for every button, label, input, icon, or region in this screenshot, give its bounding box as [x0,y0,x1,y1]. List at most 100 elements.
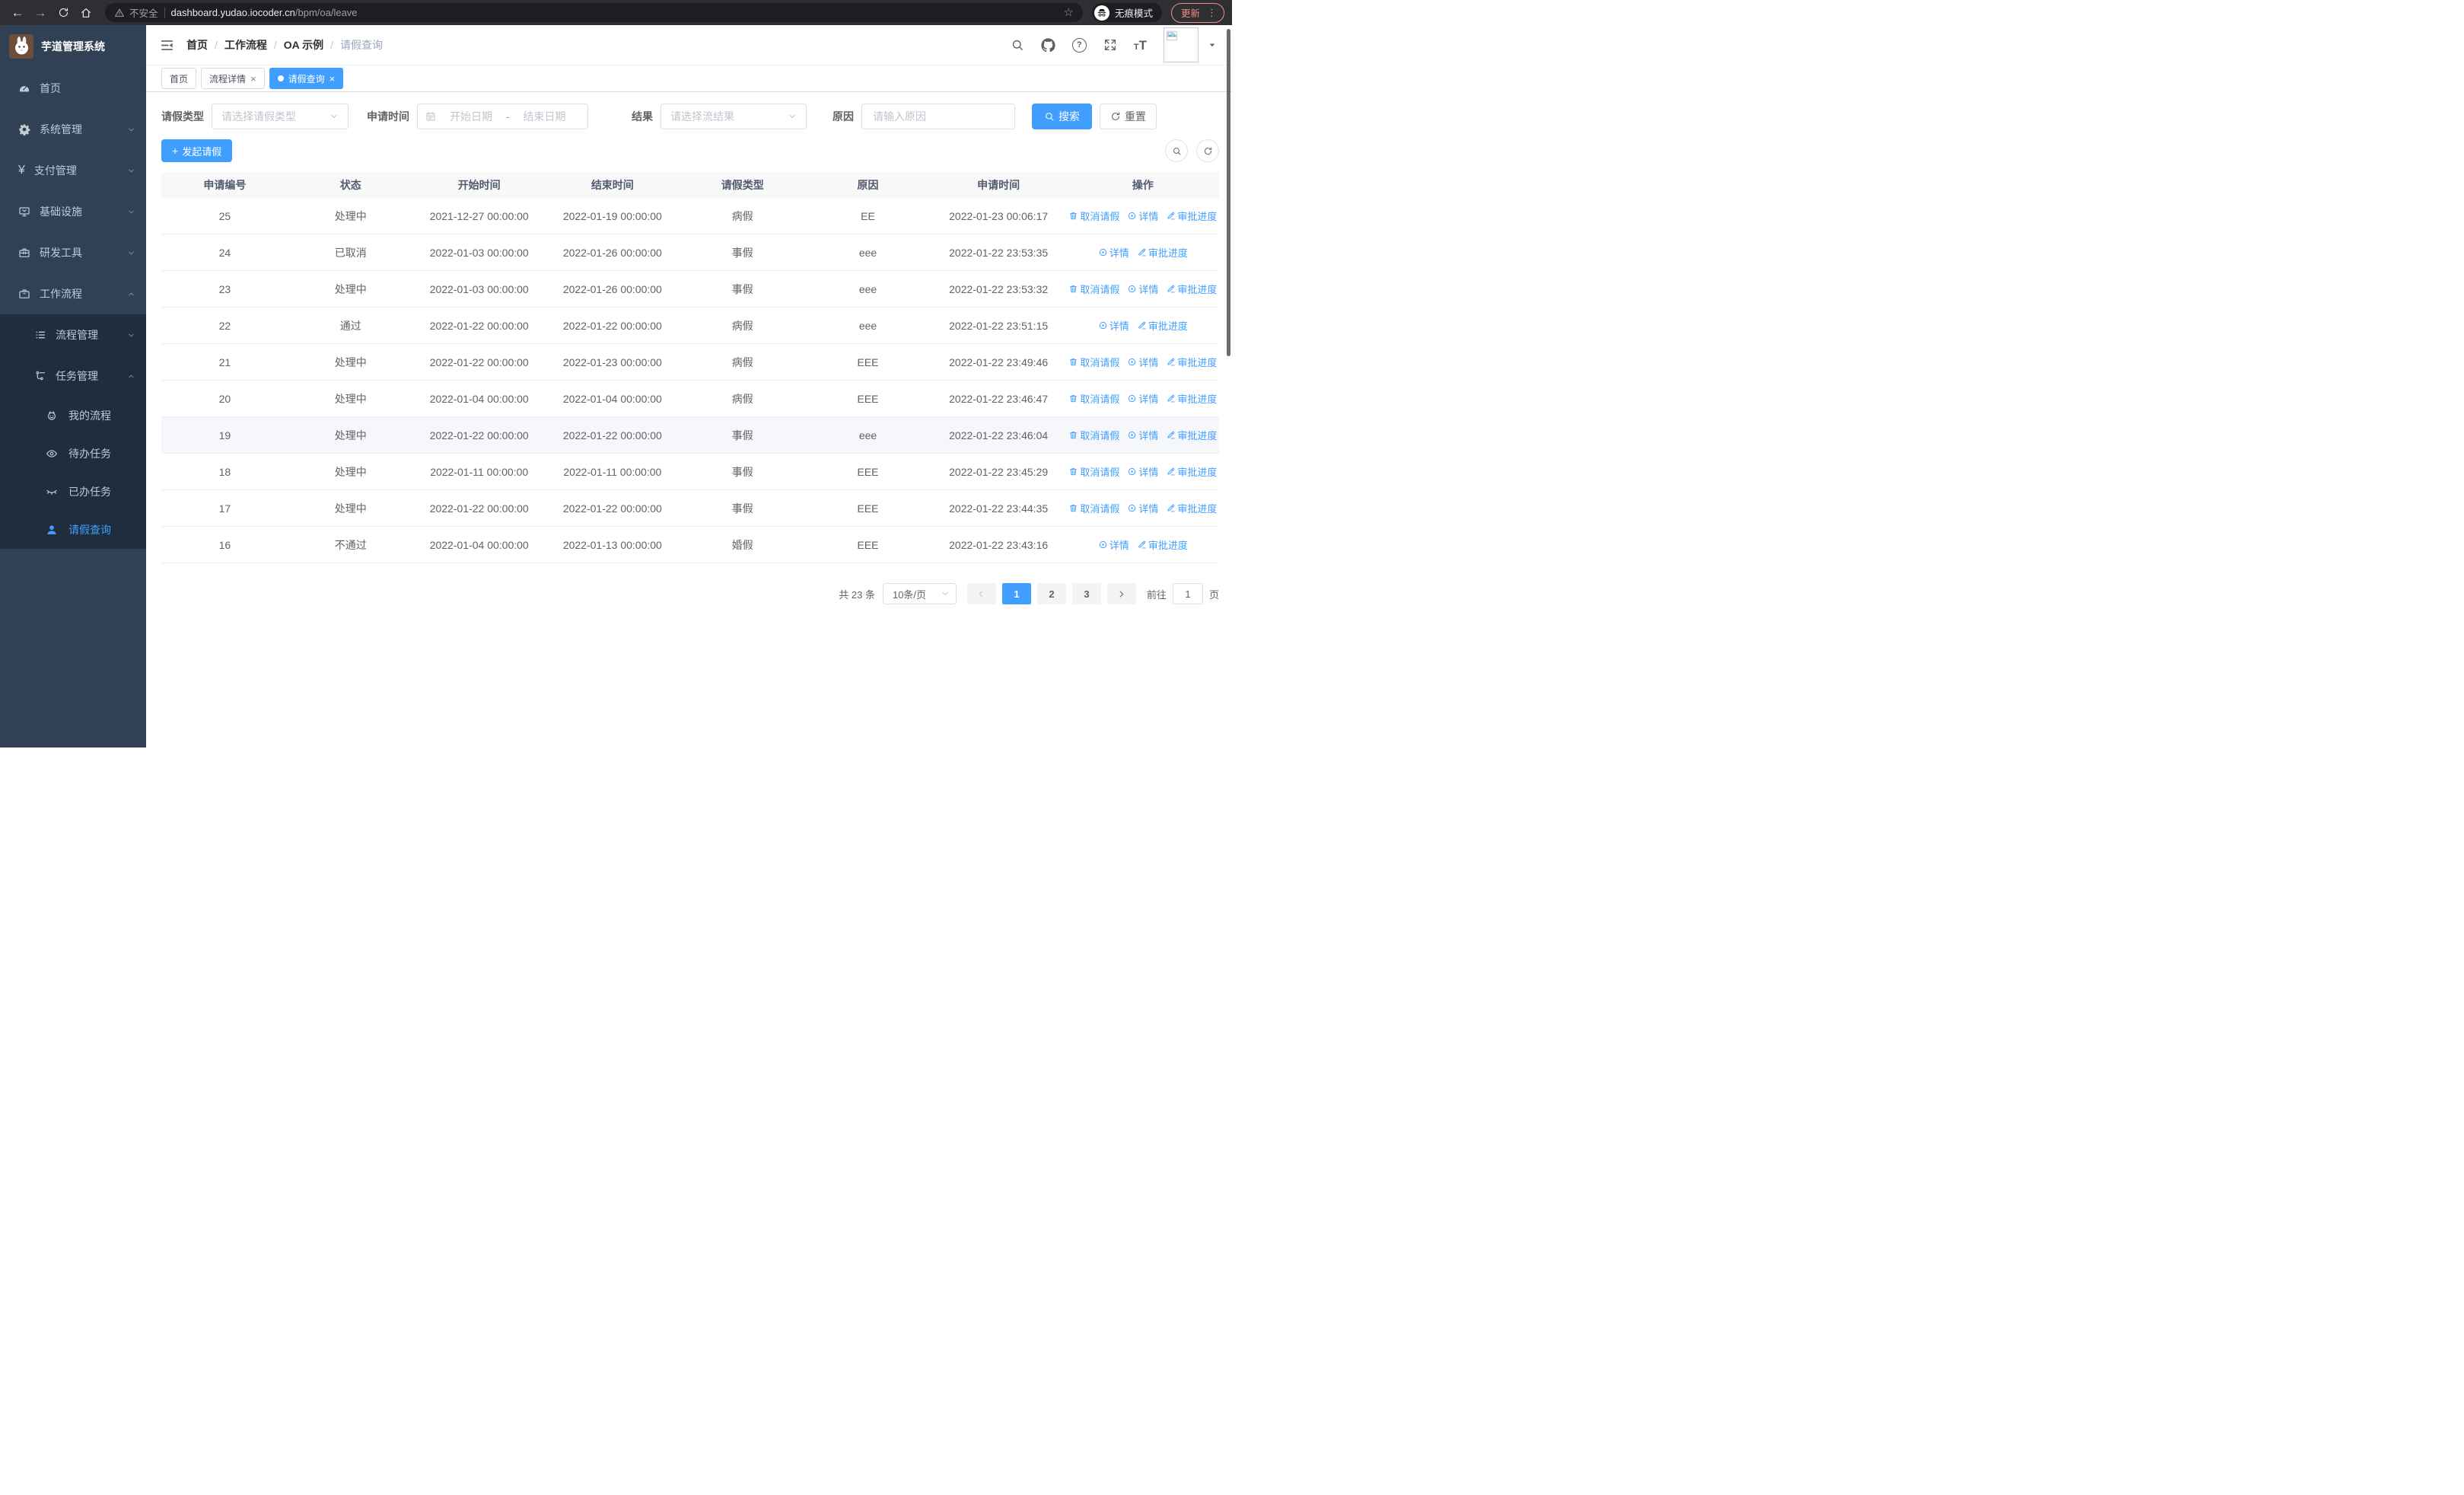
browser-toolbar: ← → 不安全 dashboard.yudao.iocoder.cn/bpm/o… [0,0,1232,25]
address-bar[interactable]: 不安全 dashboard.yudao.iocoder.cn/bpm/oa/le… [105,3,1083,22]
breadcrumb-item[interactable]: 首页 [186,37,208,53]
apply-time-range-picker[interactable]: - [417,104,588,129]
tab-close-icon[interactable]: × [250,74,256,84]
goto-page-input[interactable] [1172,583,1203,604]
cancel-link[interactable]: 取消请假 [1068,428,1119,442]
progress-link[interactable]: 审批进度 [1166,391,1217,406]
browser-reload-button[interactable] [53,3,73,23]
browser-home-button[interactable] [76,3,96,23]
fullscreen-icon[interactable] [1103,38,1117,52]
cancel-link[interactable]: 取消请假 [1068,464,1119,479]
sidebar-item[interactable]: 请假查询 [0,511,146,549]
sidebar-item[interactable]: 研发工具 [0,232,146,273]
reset-button[interactable]: 重置 [1100,104,1157,129]
user-menu-caret-icon[interactable] [1208,40,1217,49]
sidebar-item[interactable]: 待办任务 [0,435,146,473]
cancel-link[interactable]: 取消请假 [1068,501,1119,515]
progress-link[interactable]: 审批进度 [1166,428,1217,442]
github-icon[interactable] [1041,37,1055,53]
page-button[interactable]: 1 [1001,583,1031,604]
detail-link[interactable]: 详情 [1127,428,1158,442]
progress-link[interactable]: 审批进度 [1166,282,1217,296]
toggle-search-button[interactable] [1165,139,1188,162]
browser-menu-icon[interactable]: ⋮ [1207,8,1217,18]
search-button[interactable]: 搜索 [1032,104,1092,129]
pen-icon [1166,357,1176,367]
detail-link[interactable]: 详情 [1127,355,1158,369]
end-date-input[interactable] [514,110,575,123]
reason: EEE [857,465,879,478]
detail-link[interactable]: 详情 [1127,391,1158,406]
refresh-table-button[interactable] [1196,139,1219,162]
detail-link[interactable]: 详情 [1127,501,1158,515]
browser-back-button[interactable]: ← [8,3,27,23]
tab-请假查询[interactable]: 请假查询 × [269,68,344,89]
progress-link[interactable]: 审批进度 [1166,209,1217,223]
detail-link[interactable]: 详情 [1098,537,1129,552]
cancel-link[interactable]: 取消请假 [1068,282,1119,296]
tab-close-icon[interactable]: × [329,74,336,84]
cancel-link[interactable]: 取消请假 [1068,355,1119,369]
reason-input-wrap [861,104,1015,129]
column-header: 申请编号 [203,179,247,191]
help-icon[interactable]: ? [1071,37,1087,53]
page-button[interactable]: 3 [1071,583,1101,604]
leave-type-select[interactable]: 请选择请假类型 [212,104,349,129]
bookmark-star-icon[interactable]: ☆ [1064,7,1074,18]
sidebar-fold-icon[interactable] [160,38,174,53]
prev-page-button[interactable] [966,583,996,604]
cancel-link[interactable]: 取消请假 [1068,209,1119,223]
chevron-up-icon [127,290,135,298]
start-date-input[interactable] [441,110,501,123]
sidebar-item[interactable]: 流程管理 [0,314,146,355]
sidebar-item[interactable]: 工作流程 [0,273,146,314]
sidebar-logo[interactable]: 芋道管理系统 [0,25,146,68]
progress-link[interactable]: 审批进度 [1166,501,1217,515]
row-actions: 取消请假 详情 审批进度 [1067,381,1219,416]
security-indicator[interactable]: 不安全 [114,5,158,20]
progress-link[interactable]: 审批进度 [1137,537,1188,552]
next-page-button[interactable] [1106,583,1136,604]
sidebar-item[interactable]: 已办任务 [0,473,146,511]
progress-link[interactable]: 审批进度 [1137,318,1188,333]
detail-link[interactable]: 详情 [1098,318,1129,333]
page-size-select[interactable]: 10条/页 [882,583,957,604]
detail-link[interactable]: 详情 [1127,464,1158,479]
table-row: 20 处理中 2022-01-04 00:00:00 2022-01-04 00:00… [161,381,1219,417]
create-leave-button[interactable]: + 发起请假 [161,139,233,162]
tab-首页[interactable]: 首页 [161,68,197,89]
header-search-icon[interactable] [1011,38,1024,52]
result-placeholder: 请选择流结果 [670,110,734,123]
user-avatar[interactable] [1164,27,1199,62]
cancel-link[interactable]: 取消请假 [1068,391,1119,406]
font-size-icon[interactable]: TT [1134,37,1147,53]
detail-link[interactable]: 详情 [1098,245,1129,260]
tab-流程详情[interactable]: 流程详情 × [201,68,265,89]
pen-icon [1166,394,1176,403]
breadcrumb-item[interactable]: OA 示例 [284,37,323,53]
chevron-down-icon [127,249,135,257]
sidebar-item[interactable]: 我的流程 [0,397,146,435]
sidebar-item[interactable]: 任务管理 [0,355,146,397]
detail-link[interactable]: 详情 [1127,282,1158,296]
action-label: 取消请假 [1080,430,1120,441]
view-icon [1127,357,1137,367]
reason-input[interactable] [871,110,1005,123]
sidebar-item[interactable]: ¥ 支付管理 [0,150,146,191]
progress-link[interactable]: 审批进度 [1166,355,1217,369]
progress-link[interactable]: 审批进度 [1166,464,1217,479]
page-button[interactable]: 2 [1036,583,1066,604]
browser-update-button[interactable]: 更新 ⋮ [1170,2,1224,23]
leave-type: 事假 [731,502,753,515]
progress-link[interactable]: 审批进度 [1137,245,1188,260]
end-time: 2022-01-19 00:00:00 [562,209,662,222]
sidebar-item[interactable]: 系统管理 [0,109,146,150]
url-text: dashboard.yudao.iocoder.cn/bpm/oa/leave [171,7,1058,18]
browser-forward-button[interactable]: → [30,3,50,23]
result-select[interactable]: 请选择流结果 [661,104,807,129]
detail-link[interactable]: 详情 [1127,209,1158,223]
sidebar-item[interactable]: 基础设施 [0,191,146,232]
scrollbar-thumb[interactable] [1227,29,1230,356]
breadcrumb-item[interactable]: 工作流程 [224,37,267,53]
sidebar-item[interactable]: 首页 [0,68,146,109]
